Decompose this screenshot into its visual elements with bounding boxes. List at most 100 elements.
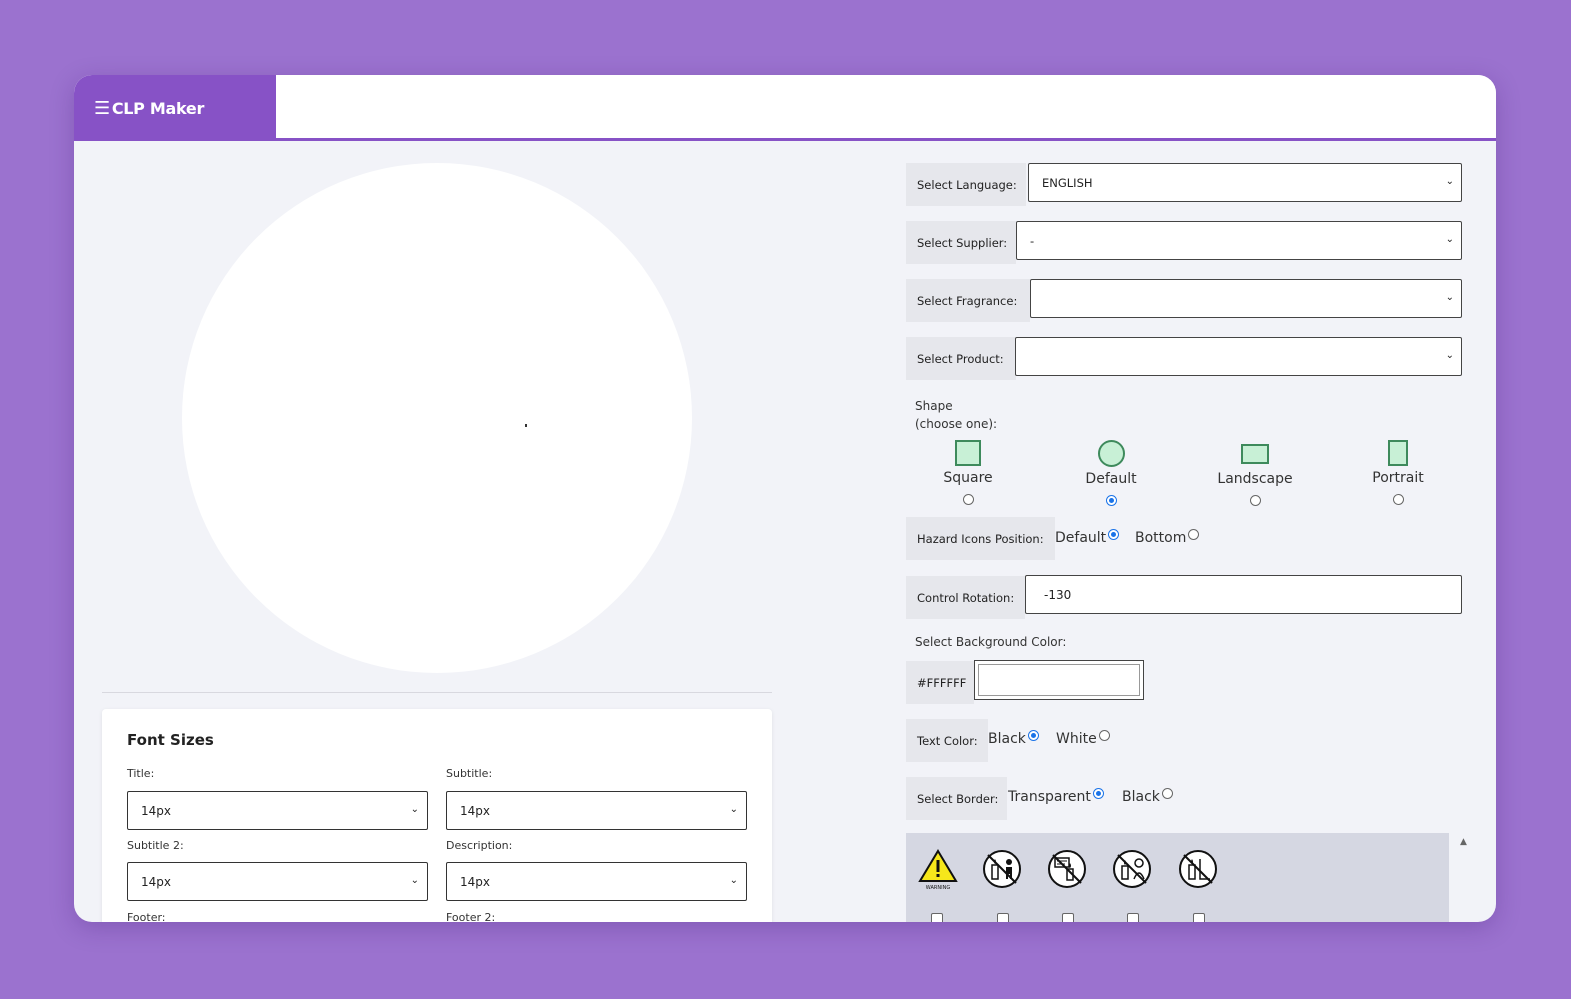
- text-color-black-radio[interactable]: [1027, 729, 1039, 741]
- border-black-radio[interactable]: [1161, 787, 1173, 799]
- title-size-select[interactable]: 14px ⌄: [127, 791, 428, 830]
- circle-shape-icon: [1097, 440, 1125, 467]
- preview-divider: [102, 692, 772, 693]
- border-label: Select Border:: [906, 777, 1007, 820]
- text-color-black-option[interactable]: Black: [988, 729, 1039, 747]
- background-color-swatch: [978, 664, 1140, 696]
- chevron-down-icon: ⌄: [410, 804, 419, 815]
- hazard-position-default-option[interactable]: Default: [1055, 528, 1120, 546]
- fragrance-select[interactable]: ⌄: [1030, 279, 1462, 318]
- shape-label-line2: (choose one):: [915, 417, 998, 431]
- text-color-white-option[interactable]: White: [1056, 729, 1110, 747]
- hazard-position-default-radio[interactable]: [1108, 528, 1120, 540]
- shape-option-square[interactable]: Square: [913, 440, 1023, 508]
- supplier-value: -: [1030, 233, 1035, 248]
- shape-option-square-label: Square: [943, 470, 993, 486]
- supplier-label: Select Supplier:: [906, 221, 1016, 264]
- product-label: Select Product:: [906, 337, 1016, 380]
- hazard-icon-checkbox[interactable]: [1127, 913, 1139, 922]
- app-window: ☰ CLP Maker Font Sizes Title: 14px ⌄ Sub…: [74, 75, 1496, 922]
- text-color-white-text: White: [1056, 731, 1097, 747]
- rotation-input[interactable]: -130: [1025, 575, 1462, 614]
- chevron-down-icon: ⌄: [729, 804, 738, 815]
- chevron-down-icon: ⌄: [410, 875, 419, 886]
- app-title: CLP Maker: [111, 98, 205, 118]
- no-flammable-near-candle-icon: [1048, 850, 1086, 888]
- hazard-icon-checkbox[interactable]: [1193, 913, 1205, 922]
- chevron-down-icon: ⌄: [1445, 350, 1454, 361]
- description-size-value: 14px: [460, 874, 490, 889]
- description-size-label: Description:: [446, 839, 513, 852]
- supplier-select[interactable]: - ⌄: [1016, 221, 1462, 260]
- text-color-black-text: Black: [988, 731, 1026, 747]
- border-transparent-text: Transparent: [1008, 789, 1091, 805]
- hazard-icons-panel: WARNING: [906, 833, 1449, 922]
- border-black-option[interactable]: Black: [1122, 787, 1173, 805]
- background-color-label: Select Background Color:: [915, 635, 1067, 649]
- shape-option-default[interactable]: Default: [1056, 440, 1166, 509]
- warning-triangle-icon: WARNING: [918, 849, 958, 891]
- brand-button[interactable]: ☰ CLP Maker: [74, 75, 276, 141]
- hazard-icon-checkbox[interactable]: [997, 913, 1009, 922]
- chevron-down-icon: ⌄: [729, 875, 738, 886]
- no-draft-candle-icon: [1179, 850, 1217, 888]
- shape-landscape-radio[interactable]: [1249, 495, 1261, 506]
- scroll-up-arrow-icon[interactable]: ▲: [1460, 837, 1467, 847]
- border-transparent-option[interactable]: Transparent: [1008, 787, 1104, 805]
- subtitle2-size-label: Subtitle 2:: [127, 839, 184, 852]
- shape-option-landscape-label: Landscape: [1217, 471, 1293, 487]
- shape-label-line1: Shape: [915, 399, 953, 413]
- fragrance-label: Select Fragrance:: [906, 279, 1030, 322]
- shape-portrait-radio[interactable]: [1392, 494, 1404, 505]
- no-unattended-candle-icon: [1113, 850, 1151, 888]
- font-sizes-heading: Font Sizes: [127, 731, 214, 749]
- subtitle-size-select[interactable]: 14px ⌄: [446, 791, 747, 830]
- subtitle-size-value: 14px: [460, 803, 490, 818]
- rotation-label: Control Rotation:: [906, 576, 1025, 619]
- shape-square-radio[interactable]: [962, 494, 974, 505]
- background-hex-label: #FFFFFF: [906, 661, 974, 704]
- language-label: Select Language:: [906, 163, 1026, 206]
- footer-size-label: Footer:: [127, 911, 166, 922]
- text-color-white-radio[interactable]: [1098, 729, 1110, 741]
- product-select[interactable]: ⌄: [1015, 337, 1462, 376]
- chevron-down-icon: ⌄: [1445, 292, 1454, 303]
- language-select[interactable]: ENGLISH ⌄: [1028, 163, 1462, 202]
- portrait-shape-icon: [1388, 440, 1408, 466]
- chevron-down-icon: ⌄: [1445, 176, 1454, 187]
- title-size-label: Title:: [127, 767, 155, 780]
- hamburger-icon[interactable]: ☰: [94, 98, 110, 119]
- shape-default-radio[interactable]: [1105, 495, 1117, 506]
- shape-option-portrait[interactable]: Portrait: [1343, 440, 1453, 508]
- warning-caption: WARNING: [926, 885, 951, 891]
- shape-option-portrait-label: Portrait: [1372, 470, 1424, 486]
- subtitle2-size-value: 14px: [141, 874, 171, 889]
- top-bar: ☰ CLP Maker: [74, 75, 1496, 141]
- hazard-position-default-text: Default: [1055, 530, 1107, 546]
- border-black-text: Black: [1122, 789, 1160, 805]
- landscape-shape-icon: [1241, 444, 1269, 464]
- subtitle2-size-select[interactable]: 14px ⌄: [127, 862, 428, 901]
- description-size-select[interactable]: 14px ⌄: [446, 862, 747, 901]
- chevron-down-icon: ⌄: [1445, 234, 1454, 245]
- hazard-position-bottom-text: Bottom: [1135, 530, 1187, 546]
- shape-option-default-label: Default: [1085, 471, 1137, 487]
- border-transparent-radio[interactable]: [1092, 787, 1104, 799]
- hazard-icon-checkbox[interactable]: [1062, 913, 1074, 922]
- language-value: ENGLISH: [1042, 175, 1093, 190]
- label-preview-canvas: [182, 163, 692, 673]
- hazard-position-bottom-radio[interactable]: [1188, 528, 1200, 540]
- subtitle-size-label: Subtitle:: [446, 767, 493, 780]
- no-children-candle-icon: [983, 850, 1021, 888]
- shape-label: Shape (choose one):: [915, 397, 997, 433]
- shape-option-landscape[interactable]: Landscape: [1200, 444, 1310, 509]
- hazard-icon-checkbox[interactable]: [931, 913, 943, 922]
- text-color-label: Text Color:: [906, 719, 988, 762]
- font-sizes-card: Font Sizes Title: 14px ⌄ Subtitle: 14px …: [102, 709, 772, 922]
- background-color-picker[interactable]: [974, 660, 1144, 700]
- hazard-position-label: Hazard Icons Position:: [906, 517, 1055, 560]
- square-shape-icon: [955, 440, 981, 466]
- hazard-position-bottom-option[interactable]: Bottom: [1135, 528, 1200, 546]
- footer2-size-label: Footer 2:: [446, 911, 496, 922]
- preview-center-mark: [525, 424, 527, 427]
